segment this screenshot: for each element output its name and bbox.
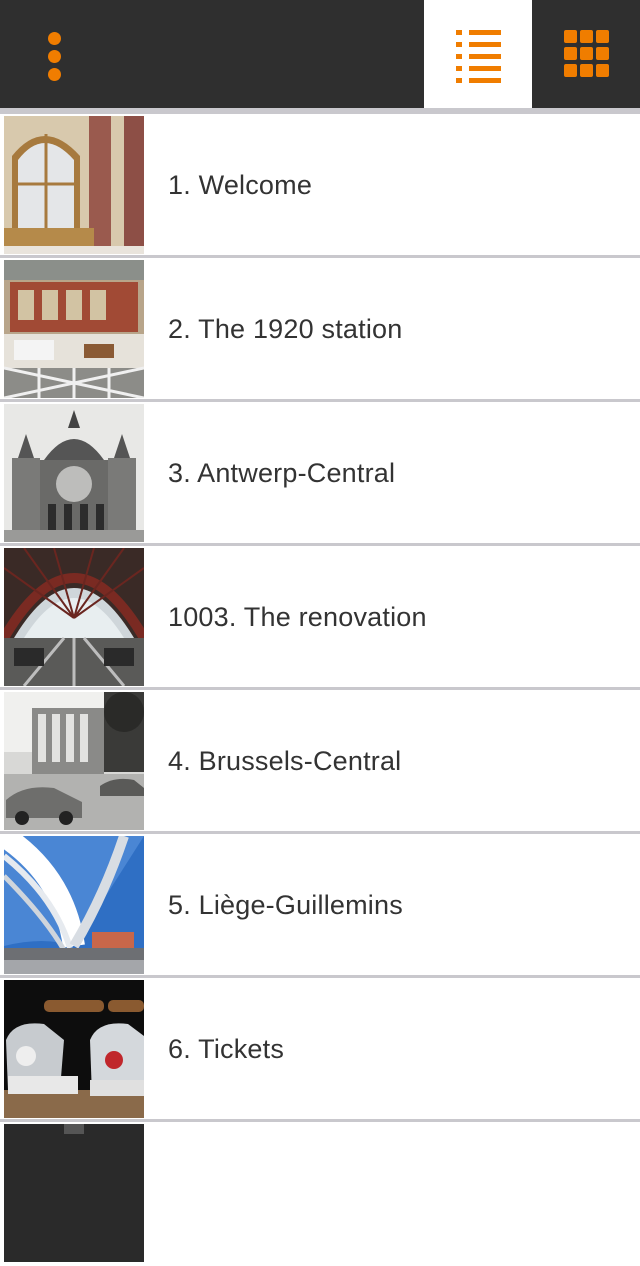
list-item[interactable] (0, 1122, 640, 1266)
list-item[interactable]: 4. Brussels-Central (0, 690, 640, 834)
list-item-title: 2. The 1920 station (168, 314, 403, 344)
list-item[interactable]: 6. Tickets (0, 978, 640, 1122)
more-menu-button[interactable] (20, 14, 90, 94)
list-item-title: 6. Tickets (168, 1034, 285, 1064)
list-item-title: 1. Welcome (168, 170, 313, 200)
renovation-thumbnail (4, 548, 144, 686)
top-toolbar (0, 0, 640, 108)
next-item-thumbnail (4, 1124, 144, 1262)
list-item-title: 1003. The renovation (168, 602, 427, 632)
list-view-button[interactable] (424, 0, 532, 108)
antwerp-postcard-thumbnail (4, 404, 144, 542)
list-item-title: 5. Liège-Guillemins (168, 890, 403, 920)
list-item-title: 4. Brussels-Central (168, 746, 402, 776)
list-item[interactable]: 3. Antwerp-Central (0, 402, 640, 546)
brussels-central-thumbnail (4, 692, 144, 830)
list-item-title: 3. Antwerp-Central (168, 458, 396, 488)
station-hall-thumbnail (4, 116, 144, 254)
list-item[interactable]: 1003. The renovation (0, 546, 640, 690)
tickets-thumbnail (4, 980, 144, 1118)
list-item[interactable]: 1. Welcome (0, 114, 640, 258)
grid-view-button[interactable] (532, 0, 640, 108)
liege-guillemins-thumbnail (4, 836, 144, 974)
ticket-hall-thumbnail (4, 260, 144, 398)
chapter-list: 1. Welcome 2. The 1920 station 3. Antwer… (0, 114, 640, 1266)
list-item[interactable]: 2. The 1920 station (0, 258, 640, 402)
list-item[interactable]: 5. Liège-Guillemins (0, 834, 640, 978)
